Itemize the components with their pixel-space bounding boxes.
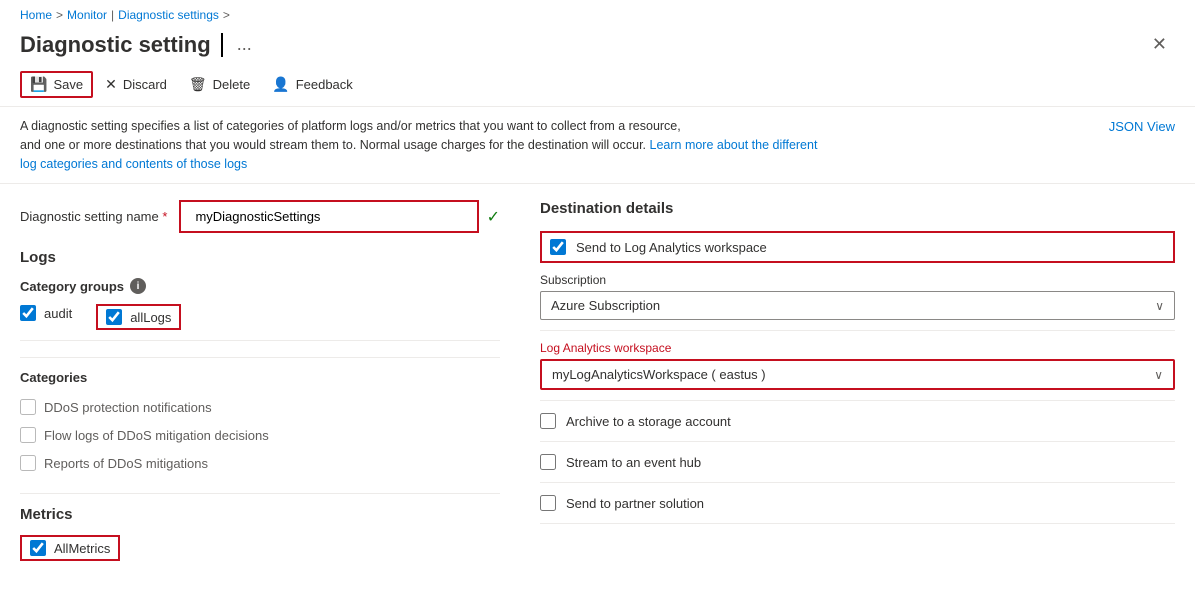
metrics-section-title: Metrics [20, 506, 500, 523]
right-panel: Destination details Send to Log Analytic… [540, 200, 1175, 561]
page-title-area: Diagnostic setting ... [20, 32, 258, 58]
log-analytics-label[interactable]: Send to Log Analytics workspace [576, 240, 767, 255]
breadcrumb-monitor[interactable]: Monitor [67, 8, 107, 22]
breadcrumb-sep1: > [56, 8, 63, 22]
archive-label[interactable]: Archive to a storage account [566, 414, 731, 429]
json-view-link[interactable]: JSON View [1109, 117, 1175, 137]
ddos-reports-label[interactable]: Reports of DDoS mitigations [44, 456, 208, 471]
allmetrics-checkbox[interactable] [30, 540, 46, 556]
logs-section-title: Logs [20, 249, 500, 266]
discard-icon: ✕ [105, 76, 117, 93]
workspace-label: Log Analytics workspace [540, 341, 1175, 355]
setting-name-row: Diagnostic setting name * ✓ [20, 200, 500, 233]
allLogs-label[interactable]: allLogs [130, 310, 171, 325]
event-hub-label[interactable]: Stream to an event hub [566, 455, 701, 470]
description-line2: and one or more destinations that you wo… [20, 138, 650, 152]
feedback-icon: 👤 [272, 76, 289, 93]
allmetrics-label[interactable]: AllMetrics [54, 541, 110, 556]
audit-label[interactable]: audit [44, 306, 72, 321]
audit-checkbox-row: audit [20, 305, 72, 321]
workspace-block: Log Analytics workspace myLogAnalyticsWo… [540, 331, 1175, 401]
description-bar: A diagnostic setting specifies a list of… [0, 107, 1195, 184]
workspace-chevron-icon: ∨ [1154, 368, 1163, 382]
main-content: Diagnostic setting name * ✓ Logs Categor… [0, 184, 1195, 577]
categories-section: Categories DDoS protection notifications… [20, 357, 500, 477]
partner-label[interactable]: Send to partner solution [566, 496, 704, 511]
subscription-block: Subscription Azure Subscription ∨ [540, 273, 1175, 331]
ddos-flow-checkbox[interactable] [20, 427, 36, 443]
save-button[interactable]: 💾 Save [20, 71, 93, 98]
ddos-flow-label[interactable]: Flow logs of DDoS mitigation decisions [44, 428, 269, 443]
ddos-notifications-checkbox[interactable] [20, 399, 36, 415]
delete-icon: 🗑 [189, 76, 207, 93]
category-groups-title: Category groups i [20, 278, 500, 294]
archive-checkbox[interactable] [540, 413, 556, 429]
archive-row: Archive to a storage account [540, 401, 1175, 442]
ddos-flow-row: Flow logs of DDoS mitigation decisions [20, 421, 500, 449]
breadcrumb-sep2: > [223, 8, 230, 22]
validation-check-icon: ✓ [487, 207, 500, 227]
destination-section-title: Destination details [540, 200, 1175, 217]
workspace-dropdown[interactable]: myLogAnalyticsWorkspace ( eastus ) ∨ [540, 359, 1175, 390]
event-hub-checkbox[interactable] [540, 454, 556, 470]
allmetrics-highlighted: AllMetrics [20, 535, 120, 561]
partner-row: Send to partner solution [540, 483, 1175, 524]
delete-button[interactable]: 🗑 Delete [179, 71, 260, 98]
allLogs-checkbox[interactable] [106, 309, 122, 325]
partner-checkbox[interactable] [540, 495, 556, 511]
setting-name-label: Diagnostic setting name * [20, 209, 167, 224]
save-icon: 💾 [30, 76, 47, 93]
subscription-value: Azure Subscription [551, 298, 660, 313]
close-button[interactable]: ✕ [1144, 30, 1175, 59]
setting-name-input-area: ✓ [179, 200, 500, 233]
log-analytics-checkbox[interactable] [550, 239, 566, 255]
breadcrumb: Home > Monitor | Diagnostic settings > [0, 0, 1195, 26]
ddos-reports-row: Reports of DDoS mitigations [20, 449, 500, 477]
delete-label: Delete [213, 77, 251, 92]
subscription-chevron-icon: ∨ [1155, 299, 1164, 313]
setting-name-input[interactable] [185, 204, 472, 229]
subscription-label: Subscription [540, 273, 1175, 287]
ellipsis-button[interactable]: ... [231, 32, 258, 57]
log-analytics-row: Send to Log Analytics workspace [540, 231, 1175, 263]
categories-title: Categories [20, 370, 500, 385]
breadcrumb-pipe: | [111, 8, 114, 22]
save-label: Save [53, 77, 83, 92]
description-line1: A diagnostic setting specifies a list of… [20, 119, 681, 133]
allLogs-checkbox-highlighted: allLogs [96, 304, 181, 330]
logs-divider [20, 340, 500, 341]
event-hub-row: Stream to an event hub [540, 442, 1175, 483]
cursor [221, 33, 223, 57]
ddos-notifications-label[interactable]: DDoS protection notifications [44, 400, 212, 415]
page-title: Diagnostic setting [20, 32, 211, 58]
breadcrumb-diagnostic-settings[interactable]: Diagnostic settings [118, 8, 219, 22]
description-text: A diagnostic setting specifies a list of… [20, 117, 820, 173]
required-indicator: * [162, 209, 167, 224]
audit-checkbox[interactable] [20, 305, 36, 321]
discard-button[interactable]: ✕ Discard [95, 71, 177, 98]
logs-section: Logs Category groups i audit allLogs Cat… [20, 249, 500, 561]
left-panel: Diagnostic setting name * ✓ Logs Categor… [20, 200, 500, 561]
discard-label: Discard [123, 77, 167, 92]
ddos-notifications-row: DDoS protection notifications [20, 393, 500, 421]
category-groups-info-icon[interactable]: i [130, 278, 146, 294]
toolbar: 💾 Save ✕ Discard 🗑 Delete 👤 Feedback [0, 67, 1195, 107]
metrics-section: Metrics AllMetrics [20, 493, 500, 561]
breadcrumb-home[interactable]: Home [20, 8, 52, 22]
subscription-dropdown[interactable]: Azure Subscription ∨ [540, 291, 1175, 320]
feedback-label: Feedback [296, 77, 353, 92]
feedback-button[interactable]: 👤 Feedback [262, 71, 363, 98]
page-header: Diagnostic setting ... ✕ [0, 26, 1195, 67]
workspace-value: myLogAnalyticsWorkspace ( eastus ) [552, 367, 766, 382]
ddos-reports-checkbox[interactable] [20, 455, 36, 471]
